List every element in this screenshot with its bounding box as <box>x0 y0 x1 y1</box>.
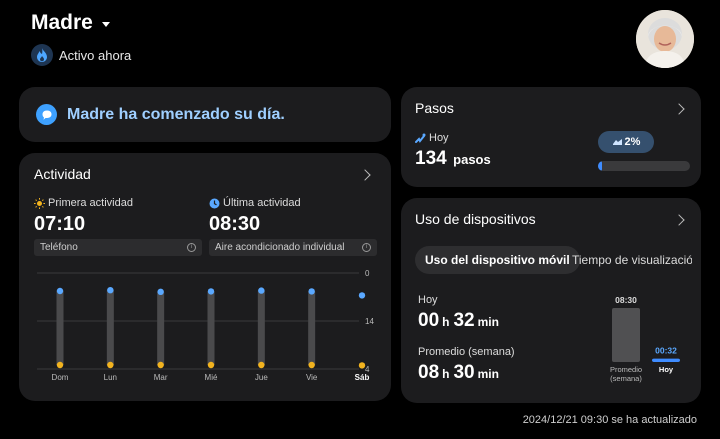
x-tick-label: Lun <box>104 373 117 382</box>
chevron-right-icon[interactable] <box>673 103 685 115</box>
activity-end-point <box>157 361 164 369</box>
activity-start-point <box>258 287 265 294</box>
x-tick-label: Mar <box>154 373 168 382</box>
activity-start-point <box>56 287 64 295</box>
activity-bar <box>308 291 316 365</box>
steps-progress-bar <box>598 161 690 171</box>
activity-card[interactable]: Actividad Primera actividad 07:10 Teléfo… <box>19 153 391 401</box>
x-tick-label: Mié <box>205 373 218 382</box>
banner-text: Madre ha comenzado su día. <box>67 105 285 123</box>
usage-category-label: Hoy <box>659 365 674 374</box>
steps-count-row: 134 pasos <box>415 148 491 170</box>
steps-badge-text: 2% <box>624 136 641 148</box>
usage-bar <box>612 308 640 362</box>
steps-today-row: Hoy <box>415 132 449 144</box>
activity-bar <box>257 290 265 365</box>
x-tick-label: Jue <box>255 373 268 382</box>
y-tick-label: 0 <box>365 269 370 278</box>
activity-end-point <box>207 361 215 369</box>
x-tick-label: Vie <box>306 373 318 382</box>
y-tick-label: 14 <box>365 317 374 326</box>
activity-end-point <box>107 361 114 369</box>
x-tick-label: Sáb <box>355 373 370 382</box>
caret-down-icon <box>101 21 110 27</box>
activity-end-point <box>56 361 64 369</box>
usage-category-label: (semana) <box>610 374 642 383</box>
activity-bar <box>56 291 64 365</box>
walking-icon <box>415 133 426 143</box>
flame-icon <box>31 44 53 66</box>
activity-start-point <box>308 288 315 295</box>
chat-bubble-icon <box>36 104 57 125</box>
activity-end-point <box>358 362 366 369</box>
last-updated-text: 2024/12/21 09:30 se ha actualizado <box>522 414 697 426</box>
activity-start-point <box>107 287 114 294</box>
activity-end-point <box>308 361 315 369</box>
activity-start-point <box>207 288 215 295</box>
activity-end-point <box>258 361 265 369</box>
device-usage-card[interactable]: Uso de dispositivos Uso del dispositivo … <box>401 198 701 403</box>
steps-progress-fill <box>598 161 602 171</box>
steps-card[interactable]: Pasos Hoy 134 pasos 2% <box>401 87 701 187</box>
usage-value-label: 00:32 <box>655 346 677 356</box>
status-row: Activo ahora <box>31 44 131 66</box>
status-banner-card[interactable]: Madre ha comenzado su día. <box>19 87 391 142</box>
profile-name-dropdown[interactable]: Madre <box>31 11 110 35</box>
usage-bar <box>652 358 680 362</box>
profile-name: Madre <box>31 11 93 34</box>
steps-goal-badge: 2% <box>598 131 654 153</box>
steps-today-label: Hoy <box>429 132 449 144</box>
activity-chart: 0144Dom Lun Mar Mié Jue Vie Sáb <box>37 269 374 382</box>
steps-count: 134 <box>415 148 447 169</box>
activity-bar <box>207 291 215 365</box>
activity-bar <box>106 290 114 365</box>
status-text: Activo ahora <box>59 47 132 63</box>
shoe-icon <box>612 139 622 145</box>
x-tick-label: Dom <box>52 373 69 382</box>
activity-bar <box>157 291 165 365</box>
activity-start-point <box>157 288 164 295</box>
activity-start-point <box>358 292 366 299</box>
steps-unit: pasos <box>453 152 491 167</box>
steps-title: Pasos <box>415 100 454 116</box>
device-usage-chart: 08:30 Promedio(semana) 00:32 Hoy <box>610 295 680 383</box>
avatar[interactable] <box>636 10 694 68</box>
usage-category-label: Promedio <box>610 365 642 374</box>
usage-value-label: 08:30 <box>615 295 637 305</box>
